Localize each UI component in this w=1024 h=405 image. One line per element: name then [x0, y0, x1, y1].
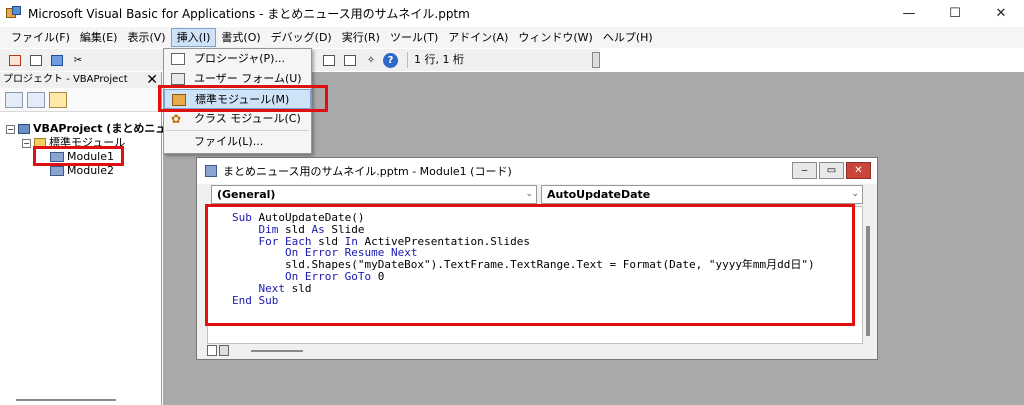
project-explorer-title: プロジェクト - VBAProject ✕	[0, 72, 161, 88]
tree-module2[interactable]: Module2	[0, 164, 162, 178]
vba-app-icon	[6, 6, 22, 20]
save-icon[interactable]	[48, 52, 66, 68]
code-close-button[interactable]: ✕	[846, 162, 871, 179]
project-explorer-label: プロジェクト - VBAProject	[3, 74, 128, 85]
menu-tools[interactable]: ツール(T)	[385, 28, 443, 47]
scroll-thumb[interactable]	[866, 226, 870, 336]
procedure-combo-value: AutoUpdateDate	[547, 188, 651, 201]
menu-debug[interactable]: デバッグ(D)	[266, 28, 337, 47]
menu-addins[interactable]: アドイン(A)	[443, 28, 513, 47]
cursor-position: 1 行, 1 桁	[407, 52, 464, 68]
menu-window[interactable]: ウィンドウ(W)	[513, 28, 597, 47]
class-module-icon: ✿	[171, 112, 182, 126]
insert-procedure-item[interactable]: プロシージャ(P)...	[164, 49, 311, 69]
code-combos: (General) ⌄ AutoUpdateDate ⌄	[207, 185, 875, 205]
maximize-button[interactable]: ☐	[932, 0, 978, 26]
toolbar-overflow-icon[interactable]	[592, 52, 600, 68]
menu-file[interactable]: ファイル(F)	[6, 28, 75, 47]
menu-insert[interactable]: 挿入(I)	[170, 28, 217, 47]
code-restore-button[interactable]: ▭	[819, 162, 844, 179]
view-code-icon[interactable]	[5, 91, 23, 108]
highlight-std-module	[158, 85, 328, 112]
module-icon	[205, 165, 217, 177]
menu-separator	[166, 130, 309, 131]
menu-help[interactable]: ヘルプ(H)	[598, 28, 658, 47]
menu-edit[interactable]: 編集(E)	[75, 28, 123, 47]
chevron-down-icon[interactable]: ⌄	[851, 186, 859, 203]
chevron-down-icon[interactable]: ⌄	[525, 186, 533, 203]
code-window-titlebar: まとめニュース用のサムネイル.pptm - Module1 (コード)	[197, 158, 877, 184]
project-toolbar	[0, 88, 161, 112]
full-module-view-icon[interactable]	[219, 345, 229, 356]
insert-userform-label: ユーザー フォーム(U)	[194, 72, 302, 85]
object-combo[interactable]: (General) ⌄	[211, 185, 537, 204]
tree-vbaproject-label: VBAProject (まとめニュー	[33, 122, 178, 135]
title-bar: Microsoft Visual Basic for Applications …	[0, 0, 1024, 26]
insert-class-module-item[interactable]: ✿ クラス モジュール(C)	[164, 109, 311, 129]
menu-format[interactable]: 書式(O)	[216, 28, 265, 47]
userform-icon	[171, 73, 185, 85]
tree-vbaproject[interactable]: − VBAProject (まとめニュー	[0, 122, 177, 136]
object-browser-icon[interactable]	[341, 52, 359, 68]
code-window-controls: ‒ ▭ ✕	[790, 162, 871, 179]
project-hscrollbar[interactable]	[16, 399, 116, 401]
code-minimize-button[interactable]: ‒	[792, 162, 817, 179]
code-bottom-bar	[207, 344, 863, 358]
project-close-icon[interactable]: ✕	[146, 72, 158, 88]
window-title: Microsoft Visual Basic for Applications …	[28, 6, 470, 21]
menu-bar: ファイル(F) 編集(E) 表示(V) 挿入(I) 書式(O) デバッグ(D) …	[0, 27, 1024, 48]
toggle-folders-icon[interactable]	[49, 91, 67, 108]
insert-class-module-label: クラス モジュール(C)	[194, 112, 301, 125]
highlight-code	[205, 204, 855, 326]
code-hscrollbar[interactable]	[251, 350, 303, 352]
procedure-icon	[171, 53, 185, 65]
window-controls: — ☐ ✕	[886, 0, 1024, 26]
procedure-combo[interactable]: AutoUpdateDate ⌄	[541, 185, 863, 204]
close-button[interactable]: ✕	[978, 0, 1024, 26]
cut-icon[interactable]: ✂	[69, 52, 87, 68]
view-powerpoint-icon[interactable]	[6, 52, 24, 68]
project-explorer: プロジェクト - VBAProject ✕ − VBAProject (まとめニュ…	[0, 72, 177, 405]
highlight-module1	[33, 146, 124, 166]
module-icon	[50, 166, 64, 176]
view-object-icon[interactable]	[27, 91, 45, 108]
code-window-title: まとめニュース用のサムネイル.pptm - Module1 (コード)	[223, 165, 512, 178]
insert-file-label: ファイル(L)...	[194, 135, 264, 148]
toolbox-icon[interactable]: ✧	[362, 52, 380, 68]
menu-view[interactable]: 表示(V)	[122, 28, 170, 47]
help-icon[interactable]: ?	[383, 52, 398, 68]
collapse-icon[interactable]: −	[6, 124, 15, 134]
minimize-button[interactable]: —	[886, 0, 932, 26]
properties-icon[interactable]	[320, 52, 338, 68]
collapse-icon[interactable]: −	[22, 138, 31, 148]
insert-file-item[interactable]: ファイル(L)...	[164, 132, 311, 152]
code-vscrollbar[interactable]	[863, 206, 873, 344]
vbaproject-icon	[18, 124, 30, 134]
object-combo-value: (General)	[217, 188, 276, 201]
insert-procedure-label: プロシージャ(P)...	[194, 52, 285, 65]
menu-run[interactable]: 実行(R)	[337, 28, 385, 47]
procedure-view-icon[interactable]	[207, 345, 217, 356]
insert-object-icon[interactable]	[27, 52, 45, 68]
